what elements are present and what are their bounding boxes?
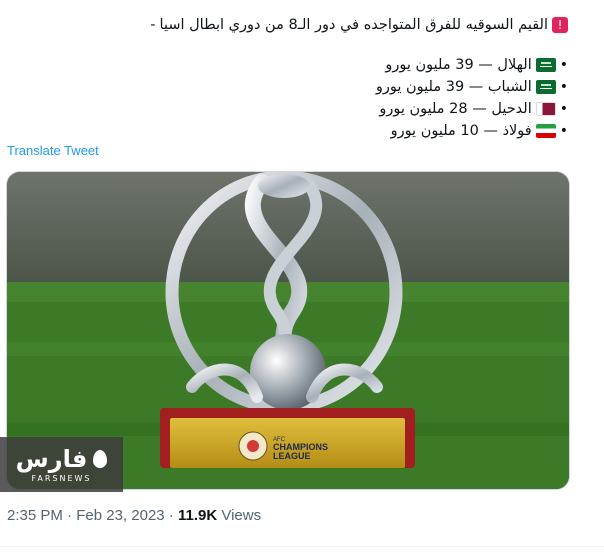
- iran-flag-icon: [535, 124, 556, 138]
- badge-line-3: LEAGUE: [273, 451, 311, 461]
- team-line: • الدحيل — 28 مليون يورو: [8, 98, 568, 120]
- tweet-headline-line: ! القيم السوقيه للفرق المتواجده في دور ا…: [8, 14, 568, 36]
- divider: [0, 546, 604, 547]
- lead-dash: -: [150, 17, 156, 33]
- farsnews-watermark: فارس FARSNEWS: [0, 437, 123, 492]
- tweet-date[interactable]: Feb 23, 2023: [76, 507, 164, 524]
- bullet-dot: •: [559, 79, 568, 95]
- farsnews-logo-icon: [93, 450, 108, 468]
- siren-icon: !: [552, 17, 568, 33]
- meta-separator: ·: [67, 507, 73, 524]
- tweet-meta: 2:35 PM · Feb 23, 2023 · 11.9K Views: [7, 507, 261, 524]
- team-line: • الشباب — 39 مليون يورو: [8, 76, 568, 98]
- team-text: فولاذ — 10 مليون يورو: [390, 123, 532, 139]
- saudi-flag-icon: [535, 80, 556, 94]
- bullet-dot: •: [559, 123, 568, 139]
- watermark-text: فارس: [15, 445, 88, 473]
- team-text: الدحيل — 28 مليون يورو: [379, 101, 532, 117]
- bullet-dot: •: [559, 57, 568, 73]
- watermark-main: فارس: [16, 446, 108, 472]
- translate-tweet-link[interactable]: Translate Tweet: [7, 143, 99, 158]
- team-line: • الهلال — 39 مليون يورو: [8, 54, 568, 76]
- meta-separator: ·: [168, 507, 174, 524]
- trophy-top: [258, 174, 310, 198]
- bullet-dot: •: [559, 101, 568, 117]
- team-text: الهلال — 39 مليون يورو: [385, 57, 532, 73]
- qatar-flag-icon: [535, 102, 556, 116]
- saudi-flag-icon: [535, 58, 556, 72]
- tweet-headline: القيم السوقيه للفرق المتواجده في دور الـ…: [159, 17, 548, 33]
- team-line: • فولاذ — 10 مليون يورو: [8, 120, 568, 142]
- tweet-text: ! القيم السوقيه للفرق المتواجده في دور ا…: [8, 14, 568, 142]
- afc-logo-core: [247, 440, 259, 452]
- views-label: Views: [221, 507, 262, 524]
- tweet-time[interactable]: 2:35 PM: [7, 507, 63, 524]
- team-text: الشباب — 39 مليون يورو: [375, 79, 532, 95]
- watermark-sub: FARSNEWS: [31, 474, 92, 483]
- grass-highlight: [7, 282, 569, 302]
- views-count[interactable]: 11.9K: [178, 507, 217, 524]
